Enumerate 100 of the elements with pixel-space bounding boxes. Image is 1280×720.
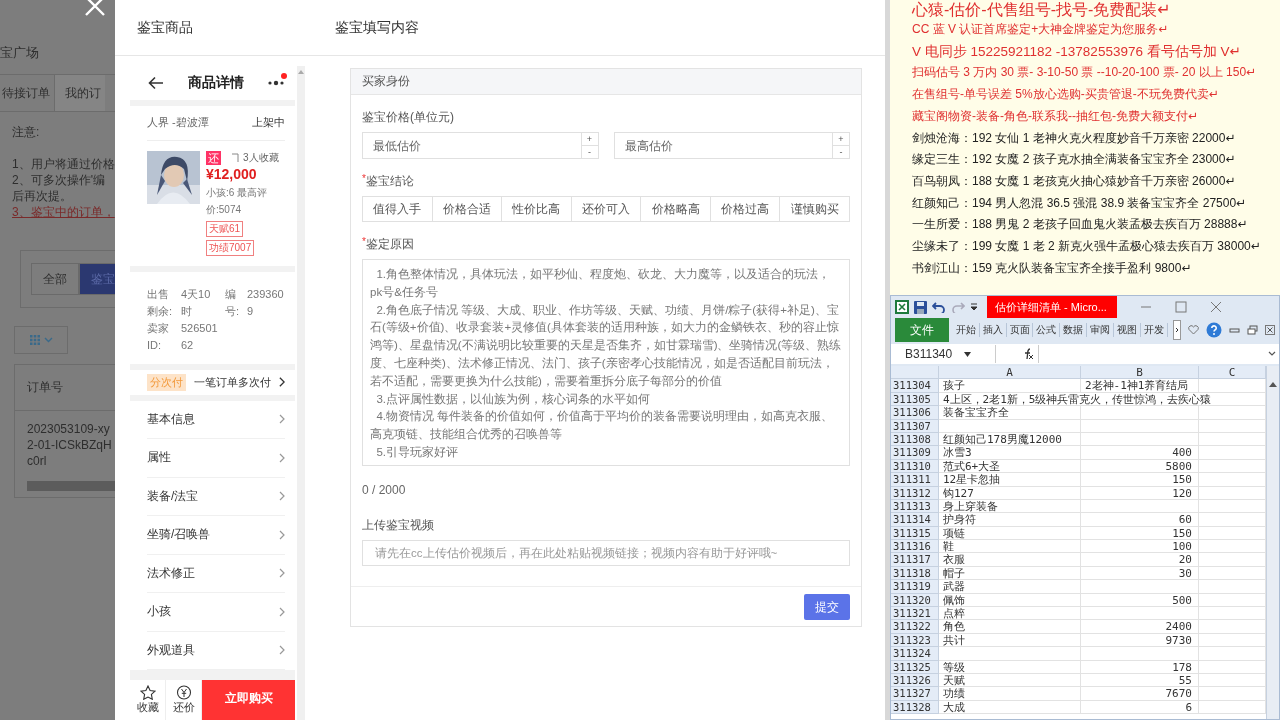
number-field[interactable]: 最低估价 + - (362, 132, 599, 159)
table-cell: 红颜知己178男魔12000 (939, 432, 1081, 447)
menu-item[interactable]: 小孩 (147, 593, 285, 632)
restore-icon[interactable] (1247, 325, 1258, 335)
option-button[interactable]: 值得入手 (362, 196, 433, 222)
ribbon-tab[interactable]: 文件 (895, 318, 949, 342)
option-button[interactable]: 价格略高 (641, 196, 711, 222)
row-header[interactable]: 311324 (891, 647, 939, 661)
grid-icon (29, 335, 40, 345)
installment-row[interactable]: 分次付 一笔订单多次付 (130, 369, 295, 395)
info-value: 2393609 (247, 286, 285, 319)
more-icon[interactable] (267, 79, 285, 86)
favorites-count: 3人收藏 (243, 150, 279, 165)
info-value: 52650162 (181, 320, 219, 353)
table-cell: 6 (1081, 700, 1199, 715)
table-cell: 30 (1081, 566, 1199, 581)
table-cell: 2400 (1081, 620, 1199, 634)
star-icon (139, 685, 156, 700)
notice-text: 后再次提。 (12, 188, 73, 204)
help-icon[interactable] (1206, 322, 1222, 338)
option-button[interactable]: 性价比高 (502, 196, 572, 222)
table-cell: 400 (1081, 446, 1199, 460)
number-field[interactable]: 最高估价 + - (613, 132, 850, 159)
row-header[interactable]: 311304 (891, 379, 939, 393)
video-link-field[interactable]: 请先在cc上传估价视频后，再在此处粘贴视频链接；视频内容有助于好评哦~ (362, 540, 850, 566)
chevron-icon (279, 452, 285, 463)
ribbon-tab[interactable]: 公式 (1033, 323, 1061, 337)
ribbon-tab[interactable]: 开发 (1141, 323, 1168, 337)
reason-textarea[interactable]: 1.角色整体情况，具体玩法，如平秒仙、程度炮、砍龙、大力魔等，以及适合的玩法，pk号&任务号 2.角色底子情况 等级、大成、职业、作坊等级、天赋、功绩、月饼/粽子(获得+补足)、宝石(等级+价值)、收录套装+灵修值(具体套装的适用种族，如大力的金鳞铁衣、秒的容止惊鸿等)、星盘情况(不满说明比较重要的天星是否集齐，如甘霖瑞雪)、坐骑情况(等级、熟练度、七座种类)、法术修正情况、法门、孩子(亲密孝心技能情况，如是否适配目前玩法，若不适配，需要更换为什么技能)，需要着重拆分底子每部分的价值 3.点评属性数据，以仙族为例，核心词条的水平如何 4.物资情况 每件装备的价值如何，价值高于平均价的装备需要说明理由，如高克衣服、高克项链、技能组合优秀的召唤兽等 5.引导玩家好评 (362, 259, 850, 466)
row-header[interactable]: 311321 (891, 607, 939, 621)
row-header[interactable]: 311311 (891, 473, 939, 487)
document-line: 缘定三生：192 女魔 2 孩子克水抽全满装备宝宝齐全 23000↵ (912, 151, 1237, 169)
ribbon-tab[interactable]: 页面 (1006, 323, 1034, 337)
row-header[interactable]: 311322 (891, 620, 939, 634)
document-line: 书剑江山：159 克火队装备宝宝齐全接手盈利 9800↵ (912, 259, 1193, 277)
menu-item[interactable]: 法术修正 (147, 554, 285, 593)
menu-item[interactable]: 坐骑/召唤兽 (147, 516, 285, 555)
undo-icon[interactable] (932, 301, 946, 313)
table-cell: 500 (1081, 593, 1199, 608)
minimize-icon[interactable] (1229, 325, 1240, 335)
decrement-button[interactable]: - (581, 145, 598, 158)
tab[interactable]: 我的订 (54, 75, 105, 111)
column-header[interactable]: A (939, 366, 1081, 380)
column-header[interactable]: C (1199, 366, 1266, 380)
back-icon[interactable] (148, 75, 164, 90)
ribbon-tab[interactable]: 开始 (952, 323, 980, 337)
maximize-icon[interactable] (1175, 301, 1187, 313)
table-cell: 178 (1081, 660, 1199, 674)
option-button[interactable]: 价格过高 (710, 196, 781, 222)
table-cell: 150 (1081, 526, 1199, 541)
info-value: 4天10时 (181, 286, 212, 319)
submit-button[interactable]: 提交 (804, 594, 850, 620)
table-cell: 孩子 (939, 379, 1081, 393)
save-icon[interactable] (914, 300, 927, 314)
heart-icon[interactable] (1188, 325, 1199, 335)
action-button[interactable]: 收藏 (130, 680, 166, 720)
row-header[interactable]: 311319 (891, 580, 939, 594)
info-label: 出售剩余: (147, 286, 174, 319)
chevron-icon (279, 568, 285, 579)
decrement-button[interactable]: - (833, 145, 849, 158)
document-line: 在售组号-单号误差 5%放心选购-买贵管退-不玩免费代卖↵ (912, 86, 1220, 104)
table-cell: 20 (1081, 553, 1199, 567)
required-mark: * (362, 173, 366, 184)
menu-item[interactable]: 基本信息 (147, 400, 285, 439)
view-toggle-button[interactable] (14, 326, 68, 354)
ribbon-tab[interactable]: 审阅 (1087, 323, 1115, 337)
menu-item[interactable]: 属性 (147, 439, 285, 478)
document-line: 心猿-估价-代售组号-找号-免费配装↵ (912, 0, 1172, 19)
customize-icon[interactable] (970, 302, 978, 312)
ribbon-tab[interactable]: 插入 (979, 323, 1007, 337)
ribbon-tab[interactable]: 数据 (1060, 323, 1088, 337)
increment-button[interactable]: + (581, 133, 598, 145)
row-header[interactable]: 311314 (891, 513, 939, 527)
notice-text: 2、可多次操作'编 (12, 172, 106, 188)
close-icon[interactable] (1265, 325, 1275, 335)
table-cell: 身上穿装备 (939, 499, 1081, 514)
row-header[interactable]: 311317 (891, 553, 939, 567)
option-button[interactable]: 价格合适 (432, 196, 503, 222)
table-cell-text: 2023053109-xy2-01-ICSkBZqHc0rl (26, 421, 113, 470)
table-cell: 项链 (939, 526, 1081, 541)
overflow-icon[interactable] (1173, 320, 1181, 340)
menu-item[interactable]: 装备/法宝 (147, 477, 285, 516)
menu-item[interactable]: 外观道具 (147, 631, 285, 670)
buy-button[interactable]: 立即购买 (202, 680, 295, 720)
chevron-icon (279, 529, 285, 540)
row-header[interactable]: 311306 (891, 406, 939, 420)
option-button[interactable]: 还价可入 (571, 196, 642, 222)
close-icon[interactable] (1210, 301, 1222, 313)
row-header[interactable]: 311316 (891, 540, 939, 554)
table-cell: 55 (1081, 674, 1199, 688)
table-cell: 武器 (939, 580, 1081, 594)
increment-button[interactable]: + (833, 133, 849, 145)
row-header[interactable]: 311309 (891, 446, 939, 460)
table-cell: 12星卡忽抽 (939, 473, 1081, 487)
window-title: 估价详细清单 - Micro... (987, 296, 1117, 318)
column-header[interactable]: B (1081, 366, 1199, 380)
option-button[interactable]: 谨慎购买 (780, 196, 851, 222)
ribbon-tab[interactable]: 视图 (1114, 323, 1142, 337)
row-header[interactable]: 311327 (891, 687, 939, 701)
document-line: 藏宝阁物资-装备-角色-联系我--抽红包-免费大额支付↵ (912, 107, 1200, 125)
